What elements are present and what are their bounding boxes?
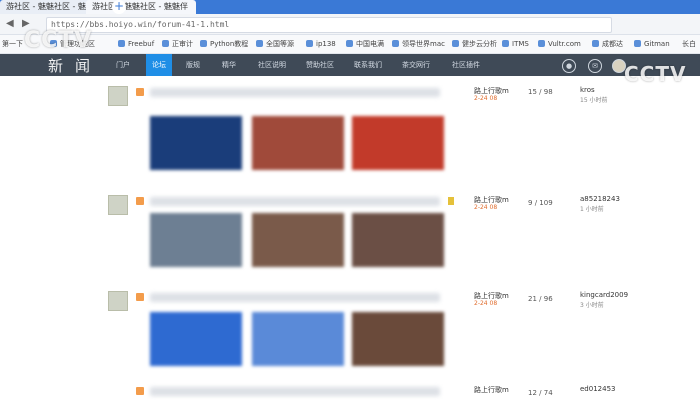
nav-item-about[interactable]: 社区说明	[258, 54, 286, 76]
cctv-watermark-logo: CCTV	[624, 62, 687, 86]
bookmark-item[interactable]: Gitman	[634, 35, 670, 53]
author-date: 2-24 08	[474, 95, 498, 102]
nav-item-rules[interactable]: 版规	[186, 54, 200, 76]
bookmarks-bar: 第一下 管理功能区 Freebuf 正审计 Python教程 全国等源 ip13…	[0, 35, 700, 54]
address-bar: ◀ ▶ https://bbs.hoiyo.win/forum-41-1.htm…	[0, 14, 700, 35]
thumbnail-image[interactable]	[252, 213, 344, 267]
nav-item-sponsor[interactable]: 赞助社区	[306, 54, 334, 76]
bookmark-item[interactable]: Python教程	[200, 35, 248, 53]
author-date: 2-24 08	[474, 204, 498, 211]
nav-item-exchange[interactable]: 茶交网行	[402, 54, 430, 76]
bookmark-item[interactable]: 全国等源	[256, 35, 294, 53]
nav-item-featured[interactable]: 精华	[222, 54, 236, 76]
bookmark-icon	[502, 40, 509, 47]
last-poster[interactable]: a85218243	[580, 195, 620, 203]
last-poster[interactable]: kros	[580, 86, 595, 94]
bookmark-icon	[200, 40, 207, 47]
url-input[interactable]: https://bbs.hoiyo.win/forum-41-1.html	[46, 17, 612, 33]
last-poster[interactable]: ed012453	[580, 385, 615, 393]
bookmark-item[interactable]: 第一下	[2, 35, 23, 53]
browser-tab[interactable]: 游社区 - 魅魅社区 - 魅魅伴社	[0, 0, 92, 25]
nav-item-forum[interactable]: 论坛	[146, 54, 172, 76]
nav-item-plugins[interactable]: 社区插件	[452, 54, 480, 76]
tab-bar: 游社区 - 魅魅社区 - 魅魅伴社 游社区 - 魅魅社区 - 魅魅伴社 +	[0, 0, 700, 25]
bookmark-icon	[634, 40, 641, 47]
last-post-date: 3 小时前	[580, 302, 604, 309]
thumbnail-image[interactable]	[150, 312, 242, 366]
settings-icon[interactable]: ●	[562, 59, 576, 73]
avatar[interactable]	[108, 195, 128, 215]
thumbnail-image[interactable]	[352, 213, 444, 267]
thread-title[interactable]	[150, 387, 440, 396]
bookmark-icon	[162, 40, 169, 47]
last-post-date: 15 小时前	[580, 97, 608, 104]
bookmark-icon	[392, 40, 399, 47]
attachment-icon	[448, 197, 454, 205]
bookmark-icon	[346, 40, 353, 47]
last-post-date: 1 小时前	[580, 206, 604, 213]
thumbnail-image[interactable]	[252, 312, 344, 366]
bookmark-item[interactable]: 领导世界mac	[392, 35, 445, 53]
reply-count: 15 / 98	[528, 88, 553, 96]
nav-item-portal[interactable]: 门户	[116, 54, 130, 76]
reply-count: 12 / 74	[528, 389, 553, 397]
bookmark-icon	[452, 40, 459, 47]
tag-icon	[136, 387, 144, 395]
reply-count: 9 / 109	[528, 199, 553, 207]
bookmark-item[interactable]: 健步云分析	[452, 35, 497, 53]
avatar[interactable]	[108, 86, 128, 106]
last-poster[interactable]: kingcard2009	[580, 291, 628, 299]
new-tab-button[interactable]: +	[112, 0, 126, 14]
thumbnail-image[interactable]	[150, 213, 242, 267]
bookmark-item[interactable]: Vultr.com	[538, 35, 581, 53]
bookmark-item[interactable]: 正审计	[162, 35, 193, 53]
tag-icon	[136, 197, 144, 205]
browser-tab-active[interactable]: 游社区 - 魅魅社区 - 魅魅伴社	[86, 0, 196, 25]
thread-title[interactable]	[150, 197, 440, 206]
bookmark-item[interactable]: ITMS	[502, 35, 529, 53]
thumbnail-image[interactable]	[252, 116, 344, 170]
thread-title[interactable]	[150, 293, 440, 302]
avatar[interactable]	[108, 291, 128, 311]
bookmark-item[interactable]: 中国电满	[346, 35, 384, 53]
cctv-watermark-logo: CCTV	[24, 28, 93, 53]
reply-count: 21 / 96	[528, 295, 553, 303]
bookmark-icon	[306, 40, 313, 47]
thread-title[interactable]	[150, 88, 440, 97]
mail-icon[interactable]: ✉	[588, 59, 602, 73]
bookmark-icon	[118, 40, 125, 47]
bookmark-icon	[538, 40, 545, 47]
thumbnail-image[interactable]	[352, 116, 444, 170]
bookmark-item[interactable]: ip138	[306, 35, 336, 53]
bookmark-icon	[256, 40, 263, 47]
bookmark-item[interactable]: Freebuf	[118, 35, 154, 53]
author-name[interactable]: 路上行歌m	[474, 385, 509, 395]
back-icon[interactable]: ◀	[6, 18, 14, 29]
author-date: 2-24 08	[474, 300, 498, 307]
news-watermark-label: 新闻	[48, 57, 103, 75]
bookmark-item[interactable]: 长白	[682, 35, 696, 53]
bookmark-item[interactable]: 成都达	[592, 35, 623, 53]
bookmark-icon	[592, 40, 599, 47]
thumbnail-image[interactable]	[150, 116, 242, 170]
thumbnail-image[interactable]	[352, 312, 444, 366]
tag-icon	[136, 293, 144, 301]
nav-item-contact[interactable]: 联系我们	[354, 54, 382, 76]
site-nav: 门户 论坛 版规 精华 社区说明 赞助社区 联系我们 茶交网行 社区插件 ● ✉	[0, 54, 700, 76]
tag-icon	[136, 88, 144, 96]
